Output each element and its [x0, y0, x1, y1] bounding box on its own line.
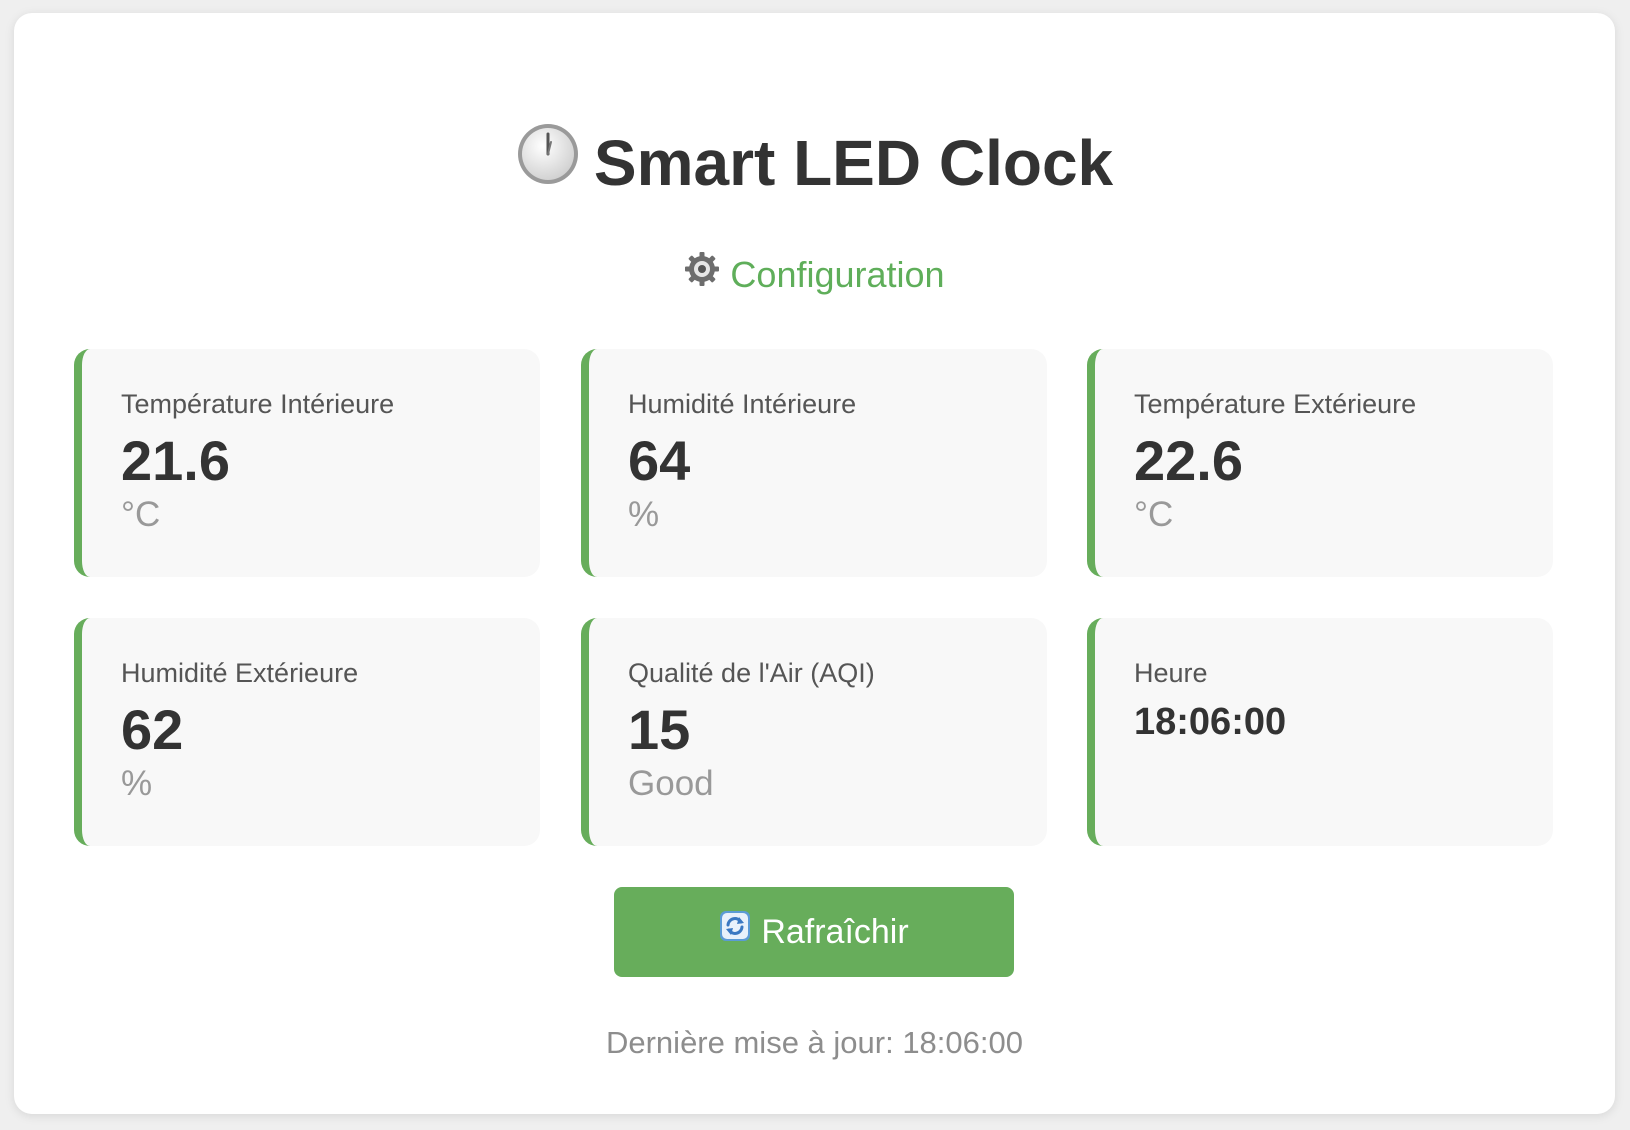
gear-icon	[684, 251, 720, 297]
tile-label: Température Intérieure	[121, 389, 395, 419]
tile-label: Qualité de l'Air (AQI)	[628, 658, 875, 688]
tile-air-quality: Qualité de l'Air (AQI) 15 Good	[581, 618, 1047, 846]
tile-outdoor-temperature: Température Extérieure 22.6 °C	[1087, 349, 1553, 577]
page-title: Smart LED Clock	[14, 123, 1615, 204]
tile-outdoor-humidity: Humidité Extérieure 62 %	[74, 618, 540, 846]
configuration-label: Configuration	[730, 254, 945, 295]
tile-status: Good	[628, 764, 714, 803]
tile-label: Heure	[1134, 658, 1208, 688]
refresh-icon	[719, 886, 751, 976]
tile-label: Température Extérieure	[1134, 389, 1417, 419]
tile-unit: %	[121, 764, 153, 803]
last-update-text: Dernière mise à jour: 18:06:00	[605, 1025, 1023, 1060]
tile-value: 18:06:00	[1134, 701, 1287, 743]
tile-value: 62	[121, 698, 184, 761]
tile-indoor-temperature: Température Intérieure 21.6 °C	[74, 349, 540, 577]
tile-unit: °C	[121, 495, 161, 534]
tile-label: Humidité Intérieure	[628, 389, 857, 419]
configuration-link[interactable]: Configuration	[14, 251, 1615, 297]
tile-indoor-humidity: Humidité Intérieure 64 %	[581, 349, 1047, 577]
refresh-button[interactable]: Rafraîchir	[614, 887, 1014, 977]
tile-unit: %	[628, 495, 660, 534]
refresh-label: Rafraîchir	[761, 913, 909, 951]
dashboard-card: Smart LED Clock Configuration Températur…	[14, 13, 1615, 1114]
tile-time: Heure 18:06:00	[1087, 618, 1553, 846]
clock-icon	[516, 122, 580, 204]
tile-value: 22.6	[1134, 429, 1243, 492]
tile-value: 64	[628, 429, 691, 492]
tile-unit: °C	[1134, 495, 1174, 534]
tile-label: Humidité Extérieure	[121, 658, 359, 688]
tile-value: 21.6	[121, 429, 230, 492]
tile-value: 15	[628, 698, 691, 761]
title-text: Smart LED Clock	[593, 127, 1114, 199]
